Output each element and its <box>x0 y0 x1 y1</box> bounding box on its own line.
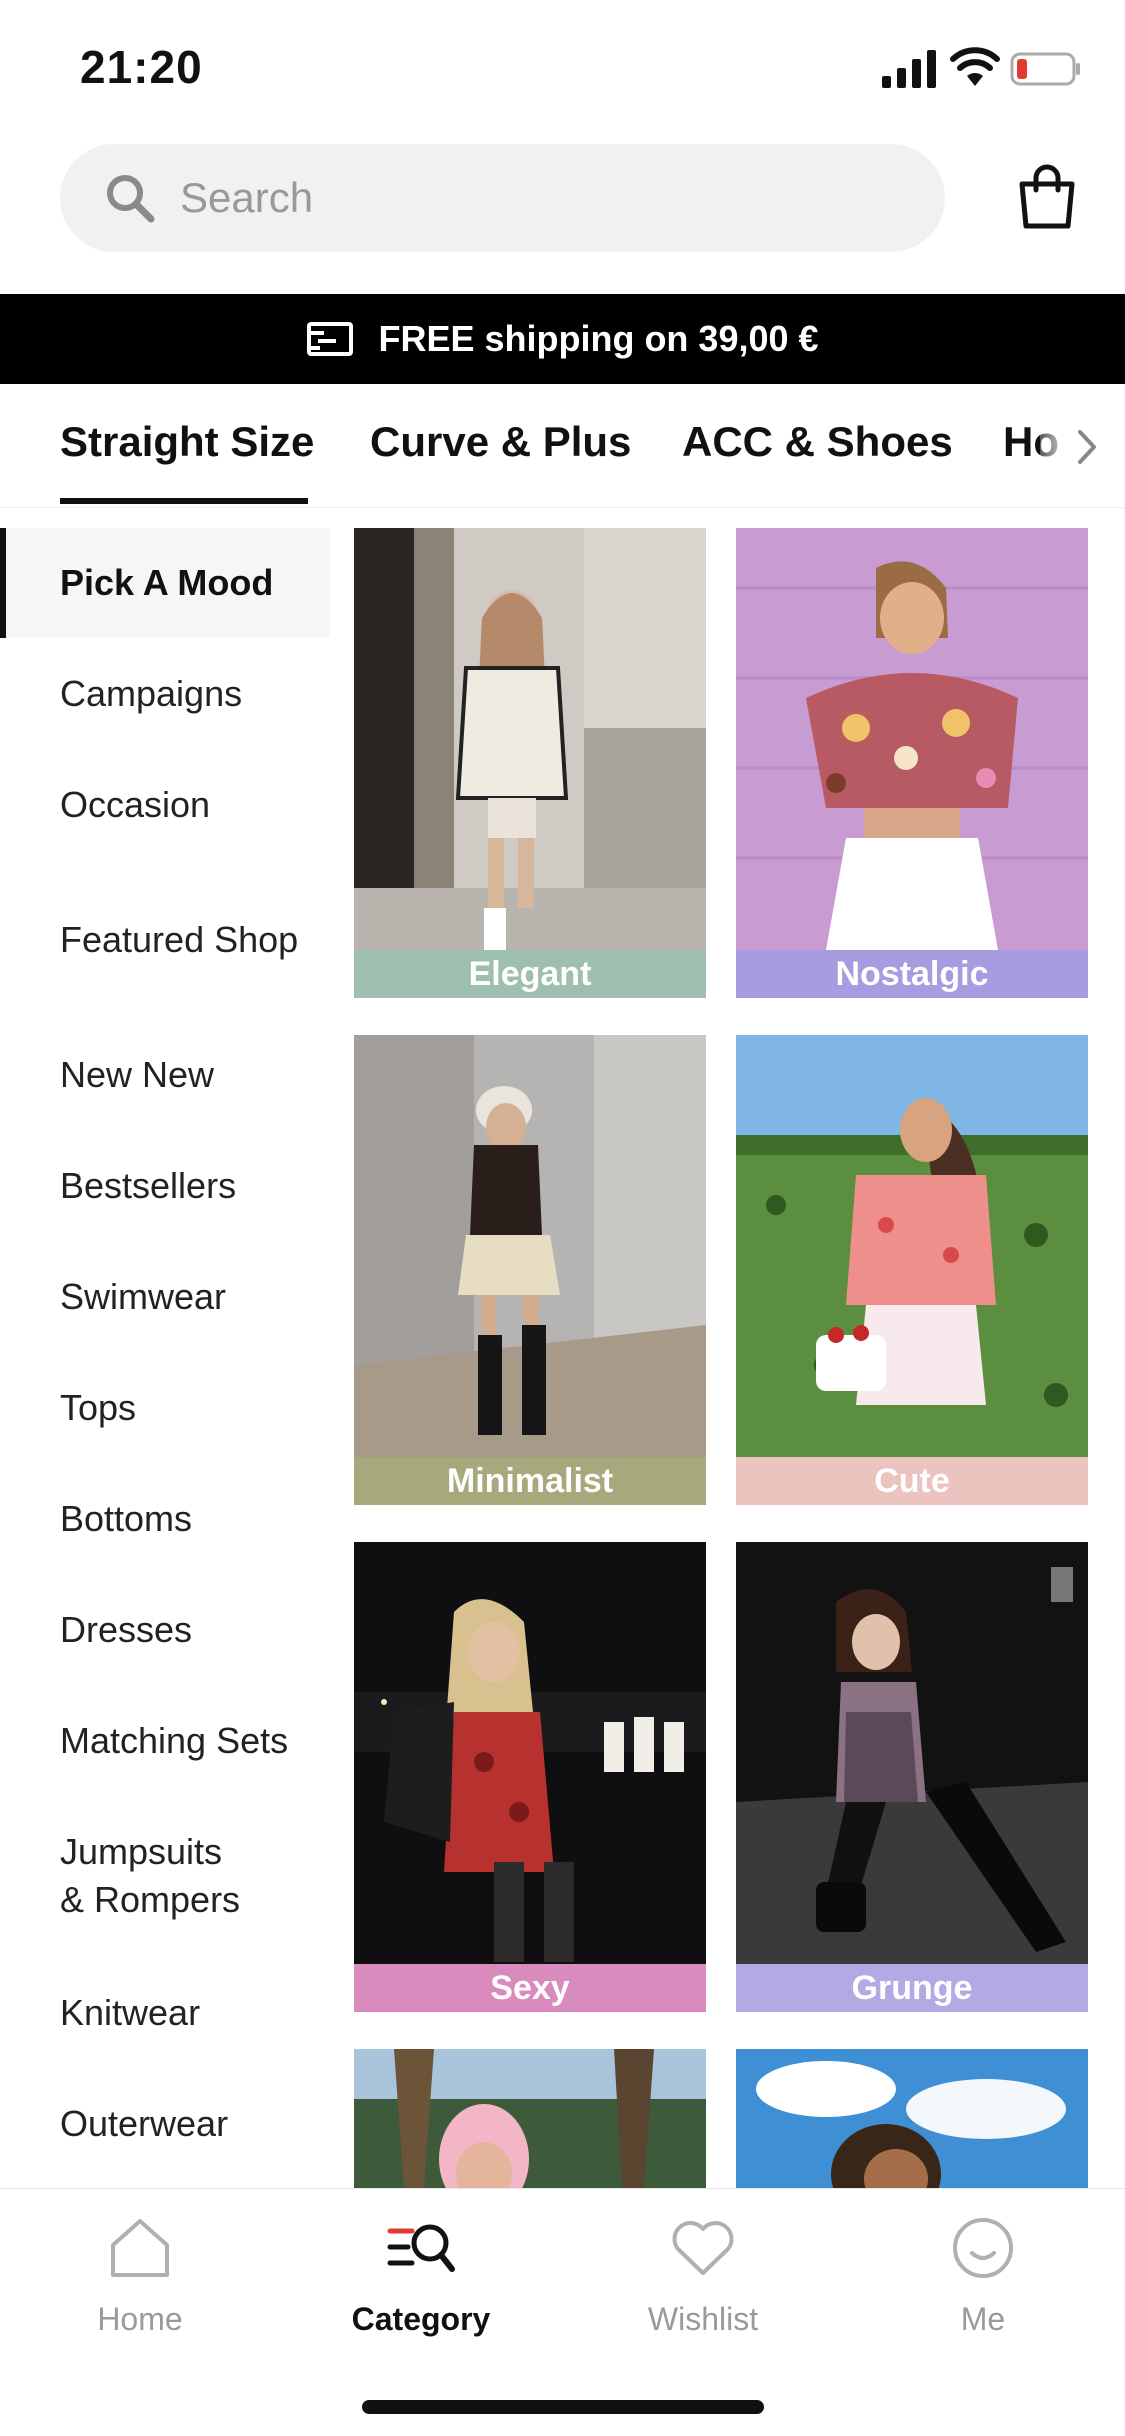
tab-acc-shoes[interactable]: ACC & Shoes <box>682 418 953 466</box>
size-tabs: Straight Size Curve & Plus ACC & Shoes H… <box>0 384 1125 508</box>
mood-label: Cute <box>736 1457 1088 1505</box>
chevron-right-icon[interactable] <box>1070 426 1104 468</box>
mood-photo-partial-right <box>736 2049 1088 2188</box>
sidebar-item-pick-a-mood[interactable]: Pick A Mood <box>0 528 330 638</box>
sidebar-item-label: Campaigns <box>60 673 243 714</box>
sidebar-item-label: Tops <box>60 1387 137 1428</box>
mood-tile-grunge[interactable]: Grunge <box>736 1542 1088 2012</box>
shipping-banner[interactable]: FREE shipping on 39,00 € <box>0 294 1125 384</box>
mood-label: Sexy <box>354 1964 706 2012</box>
sidebar-item-label: Bestsellers <box>60 1165 237 1206</box>
sidebar-item-bestsellers[interactable]: Bestsellers <box>0 1162 330 1210</box>
cellular-signal-icon <box>882 50 936 88</box>
sidebar-item-label: Swimwear <box>60 1276 227 1317</box>
sidebar-item-dresses[interactable]: Dresses <box>0 1606 330 1654</box>
sidebar-item-label: Matching Sets <box>60 1720 289 1761</box>
mood-grid: Elegant Nostalgic Minimalist Cute Sexy G… <box>354 528 1094 2188</box>
mood-label: Elegant <box>354 950 706 998</box>
nav-label: Wishlist <box>647 2301 759 2337</box>
battery-icon <box>1010 52 1080 86</box>
mood-tile-cute[interactable]: Cute <box>736 1035 1088 1505</box>
search-input[interactable]: Search <box>60 144 945 252</box>
nav-me[interactable]: Me <box>883 2213 1083 2338</box>
mood-tile-sexy[interactable]: Sexy <box>354 1542 706 2012</box>
active-tab-indicator <box>60 498 308 504</box>
sidebar-item-label: Bottoms <box>60 1498 193 1539</box>
sidebar-item-featured-shop[interactable]: Featured Shop <box>0 916 330 964</box>
sidebar-item-jumpsuits-rompers[interactable]: Jumpsuits & Rompers <box>0 1828 330 1924</box>
wifi-icon <box>950 47 1000 86</box>
sidebar-item-campaigns[interactable]: Campaigns <box>0 670 330 718</box>
sidebar-item-label: Dresses <box>60 1609 193 1650</box>
mood-photo-nostalgic <box>736 528 1088 950</box>
search-icon <box>107 175 155 223</box>
shipping-text: FREE shipping on 39,00 € <box>378 318 819 359</box>
home-icon <box>111 2219 169 2277</box>
mood-tile-minimalist[interactable]: Minimalist <box>354 1035 706 1505</box>
mood-photo-partial-left <box>354 2049 706 2188</box>
mood-label: Minimalist <box>354 1457 706 1505</box>
nav-label: Me <box>960 2301 1006 2337</box>
mood-photo-minimalist <box>354 1035 706 1457</box>
sidebar-item-label-line2: & Rompers <box>60 1879 241 1920</box>
sidebar-item-matching-sets[interactable]: Matching Sets <box>0 1717 330 1765</box>
sidebar-item-occasion[interactable]: Occasion <box>0 781 330 829</box>
mood-photo-grunge <box>736 1542 1088 1964</box>
nav-home[interactable]: Home <box>40 2213 240 2338</box>
heart-icon <box>672 2221 734 2275</box>
sidebar-item-label: Knitwear <box>60 1992 201 2033</box>
mood-tile-partial-left[interactable] <box>354 2049 706 2188</box>
sidebar-item-label: New New <box>60 1054 215 1095</box>
status-time: 21:20 <box>80 41 203 93</box>
mood-photo-sexy <box>354 1542 706 1964</box>
mood-tile-nostalgic[interactable]: Nostalgic <box>736 528 1088 998</box>
nav-wishlist[interactable]: Wishlist <box>603 2213 803 2338</box>
sidebar-item-label: Featured Shop <box>60 919 299 960</box>
mood-photo-cute <box>736 1035 1088 1457</box>
mood-label: Grunge <box>736 1964 1088 2012</box>
shipping-icon <box>307 322 354 356</box>
sidebar-item-label: Occasion <box>60 784 211 825</box>
sidebar-item-new-new[interactable]: New New <box>0 1051 330 1099</box>
mood-label: Nostalgic <box>736 950 1088 998</box>
home-indicator <box>362 2400 764 2414</box>
category-icon <box>387 2224 455 2272</box>
tab-straight-size[interactable]: Straight Size <box>60 418 314 466</box>
bottom-navigation: Home Category Wishlist Me <box>0 2188 1125 2436</box>
nav-category[interactable]: Category <box>321 2213 521 2338</box>
sidebar-item-label: Jumpsuits <box>60 1831 223 1872</box>
header: Search <box>0 140 1125 295</box>
nav-label: Home <box>97 2301 183 2337</box>
sidebar-item-tops[interactable]: Tops <box>0 1384 330 1432</box>
status-bar: 21:20 <box>0 0 1125 140</box>
tab-curve-plus[interactable]: Curve & Plus <box>370 418 631 466</box>
sidebar-item-swimwear[interactable]: Swimwear <box>0 1273 330 1321</box>
profile-icon <box>953 2218 1013 2278</box>
shopping-bag-icon[interactable] <box>1016 164 1078 230</box>
mood-photo-elegant <box>354 528 706 950</box>
sidebar-item-label: Outerwear <box>60 2103 229 2144</box>
mood-tile-elegant[interactable]: Elegant <box>354 528 706 998</box>
category-sidebar: Pick A Mood Campaigns Occasion Featured … <box>0 528 330 2188</box>
mood-tile-partial-right[interactable] <box>736 2049 1088 2188</box>
sidebar-item-label: Pick A Mood <box>60 562 274 603</box>
sidebar-item-bottoms[interactable]: Bottoms <box>0 1495 330 1543</box>
sidebar-item-knitwear[interactable]: Knitwear <box>0 1989 330 2037</box>
search-placeholder: Search <box>180 174 314 221</box>
sidebar-item-outerwear[interactable]: Outerwear <box>0 2100 330 2148</box>
nav-label: Category <box>351 2301 491 2337</box>
